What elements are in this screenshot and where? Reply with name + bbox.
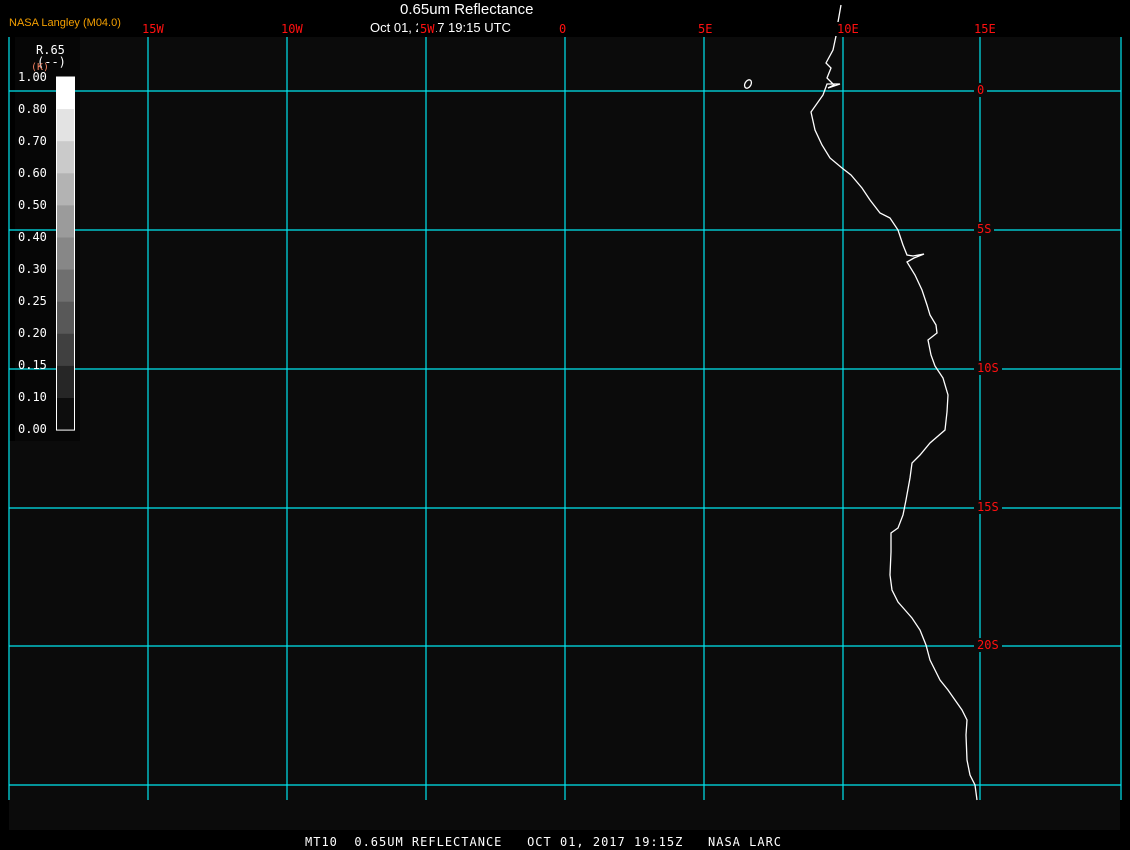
graticule — [8, 37, 1122, 800]
colorbar-bin — [56, 365, 74, 399]
colorbar-tick-label: 0.40 — [18, 230, 47, 244]
island — [743, 79, 753, 89]
page-title: 0.65um Reflectance — [400, 1, 534, 18]
colorbar-tick-label: 0.10 — [18, 390, 47, 404]
colorbar-tick-label: 0.00 — [18, 422, 47, 436]
longitude-label: 10E — [835, 22, 861, 36]
latitude-label: 20S — [974, 638, 1002, 652]
colorbar-tick-label: 0.30 — [18, 262, 47, 276]
latitude-label: 5S — [974, 222, 995, 236]
longitude-label: 15W — [140, 22, 166, 36]
page-subtitle: Oct 01, 2017 19:15 UTC — [370, 20, 511, 35]
colorbar-bin — [56, 141, 74, 174]
longitude-label: 10W — [279, 22, 305, 36]
colorbar-tick-label: 0.15 — [18, 358, 47, 372]
latitude-label: 15S — [974, 500, 1002, 514]
latitude-label: 0 — [974, 83, 988, 97]
colorbar-tick-label: 0.70 — [18, 134, 47, 148]
colorbar-bin — [56, 77, 74, 110]
longitude-label: 15E — [972, 22, 998, 36]
colorbar-tick-label: 0.60 — [18, 166, 47, 180]
colorbar-tick-label: 0.50 — [18, 198, 47, 212]
colorbar — [56, 76, 75, 431]
latitude-label: 10S — [974, 361, 1002, 375]
colorbar-tick-label: 0.25 — [18, 294, 47, 308]
colorbar-bin — [56, 301, 74, 335]
colorbar-bin — [56, 333, 74, 367]
colorbar-bin — [56, 205, 74, 238]
brand-label: NASA Langley (M04.0) — [9, 17, 121, 29]
coastline — [810, 4, 978, 801]
colorbar-tick-label: 1.00 — [18, 70, 47, 84]
colorbar-tick-label: 0.80 — [18, 102, 47, 116]
longitude-label: 0 — [557, 22, 569, 36]
colorbar-bin — [56, 109, 74, 142]
colorbar-bin — [56, 237, 74, 271]
longitude-label: 5E — [696, 22, 715, 36]
colorbar-tick-label: 0.20 — [18, 326, 47, 340]
colorbar-bin — [56, 269, 74, 303]
map-canvas — [8, 4, 1122, 801]
colorbar-bin — [56, 173, 74, 206]
footer-caption: MT10 0.65UM REFLECTANCE OCT 01, 2017 19:… — [305, 835, 783, 849]
longitude-label: 5W — [418, 22, 437, 36]
colorbar-bin — [56, 398, 74, 431]
